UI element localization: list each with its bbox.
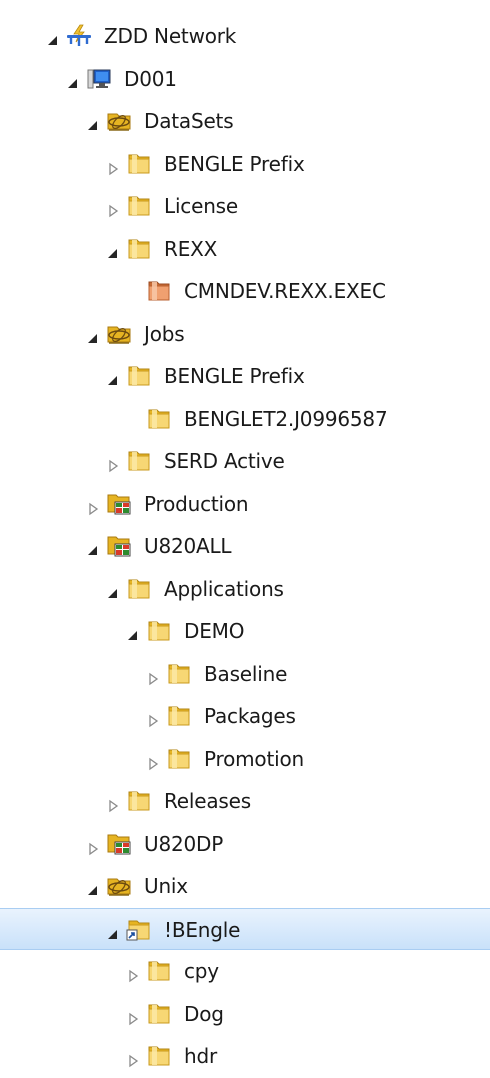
collapsed-arrow-icon[interactable] — [126, 964, 140, 983]
tree-node-label: Applications — [164, 576, 284, 601]
tree-node-u820all[interactable]: U820ALL — [0, 525, 490, 568]
folder-icon — [146, 619, 172, 643]
collapsed-arrow-icon[interactable] — [106, 157, 120, 175]
tree-node-production[interactable]: Production — [0, 483, 490, 526]
folder-icon — [146, 1044, 172, 1068]
folder-icon — [126, 194, 152, 218]
folder-icon — [126, 152, 152, 176]
folder-icon — [146, 407, 172, 431]
tree-node-label: Promotion — [204, 746, 304, 771]
tree-node-label: CMNDEV.REXX.EXEC — [184, 279, 386, 303]
tree-node-label: Dog — [184, 1001, 224, 1026]
folder-icon — [146, 959, 172, 983]
expanded-arrow-icon[interactable] — [106, 242, 120, 258]
tree-node-demo[interactable]: DEMO — [0, 610, 490, 653]
tree-node-bengle-prefix[interactable]: BENGLE Prefix — [0, 355, 490, 398]
tree-node-label: REXX — [164, 236, 218, 261]
tree-node-label: License — [164, 194, 239, 218]
tree-node-datasets[interactable]: DataSets — [0, 100, 490, 143]
tree-node-label: D001 — [124, 66, 177, 91]
tree-node-benglet2-j0996587[interactable]: BENGLET2.J0996587 — [0, 398, 490, 441]
tree-node-cmndev-rexx-exec[interactable]: CMNDEV.REXX.EXEC — [0, 270, 490, 313]
tree-node-label: Baseline — [204, 661, 288, 686]
tree-node-bengle[interactable]: !BEngle — [0, 907, 490, 950]
tree-node-rexx[interactable]: REXX — [0, 228, 490, 271]
network-icon — [66, 24, 92, 48]
tree-node-label: BENGLE Prefix — [164, 364, 305, 388]
tree-node-d001[interactable]: D001 — [0, 58, 490, 101]
dataset-group-icon — [106, 322, 132, 346]
expanded-arrow-icon[interactable] — [106, 369, 120, 385]
project-icon — [106, 832, 132, 856]
tree-node-label: SERD Active — [164, 449, 285, 473]
tree-node-serd-active[interactable]: SERD Active — [0, 440, 490, 483]
project-icon — [106, 534, 132, 558]
expanded-arrow-icon[interactable] — [66, 72, 80, 88]
dataset-group-icon — [106, 874, 132, 898]
tree-node-label: ZDD Network — [104, 24, 237, 48]
computer-icon — [86, 67, 112, 91]
tree-node-label: DataSets — [144, 109, 234, 133]
folder-shortcut-icon — [126, 918, 152, 942]
tree-node-license[interactable]: License — [0, 185, 490, 228]
collapsed-arrow-icon[interactable] — [146, 709, 160, 728]
folder-icon — [146, 1002, 172, 1026]
tree-node-label: U820DP — [144, 831, 224, 856]
tree-node-label: Unix — [144, 874, 188, 898]
tree-node-packages[interactable]: Packages — [0, 695, 490, 738]
collapsed-arrow-icon[interactable] — [106, 454, 120, 473]
tree-node-label: !BEngle — [164, 917, 241, 942]
tree-node-label: cpy — [184, 959, 219, 983]
expanded-arrow-icon[interactable] — [126, 624, 140, 640]
folder-icon — [166, 704, 192, 728]
expanded-arrow-icon[interactable] — [106, 923, 120, 939]
tree-node-label: U820ALL — [144, 534, 232, 558]
dataset-group-icon — [106, 109, 132, 133]
tree-node-releases[interactable]: Releases — [0, 780, 490, 823]
project-icon — [106, 492, 132, 516]
tree-view: ZDD Network D001 DataSets BENGLE Prefix … — [0, 15, 490, 1078]
tree-node-label: DEMO — [184, 619, 245, 643]
tree-node-cpy[interactable]: cpy — [0, 950, 490, 993]
folder-icon — [126, 237, 152, 261]
expanded-arrow-icon[interactable] — [86, 327, 100, 343]
tree-node-dog[interactable]: Dog — [0, 993, 490, 1036]
expanded-arrow-icon[interactable] — [46, 29, 60, 45]
folder-icon — [166, 662, 192, 686]
tree-node-zdd-network[interactable]: ZDD Network — [0, 15, 490, 58]
tree-node-promotion[interactable]: Promotion — [0, 738, 490, 781]
tree-node-baseline[interactable]: Baseline — [0, 653, 490, 696]
tree-node-label: BENGLE Prefix — [164, 151, 305, 176]
tree-node-label: Packages — [204, 704, 296, 728]
collapsed-arrow-icon[interactable] — [126, 1007, 140, 1025]
tree-node-applications[interactable]: Applications — [0, 568, 490, 611]
expanded-arrow-icon[interactable] — [86, 879, 100, 895]
tree-node-u820dp[interactable]: U820DP — [0, 823, 490, 866]
collapsed-arrow-icon[interactable] — [146, 667, 160, 685]
tree-node-label: Production — [144, 491, 249, 516]
collapsed-arrow-icon[interactable] — [106, 199, 120, 218]
folder-icon — [126, 577, 152, 601]
expanded-arrow-icon[interactable] — [86, 114, 100, 130]
folder-icon — [126, 364, 152, 388]
expanded-arrow-icon[interactable] — [86, 539, 100, 555]
folder-icon — [126, 789, 152, 813]
tree-node-unix[interactable]: Unix — [0, 865, 490, 908]
dataset-folder-icon — [146, 279, 172, 303]
tree-node-jobs[interactable]: Jobs — [0, 313, 490, 356]
collapsed-arrow-icon[interactable] — [86, 497, 100, 515]
expanded-arrow-icon[interactable] — [106, 582, 120, 598]
collapsed-arrow-icon[interactable] — [106, 794, 120, 813]
collapsed-arrow-icon[interactable] — [126, 1049, 140, 1068]
tree-node-hdr[interactable]: hdr — [0, 1035, 490, 1078]
tree-node-label: hdr — [184, 1044, 217, 1068]
tree-node-label: Releases — [164, 789, 251, 813]
folder-icon — [126, 449, 152, 473]
tree-node-label: Jobs — [144, 321, 185, 346]
tree-node-bengle-prefix[interactable]: BENGLE Prefix — [0, 143, 490, 186]
folder-icon — [166, 747, 192, 771]
collapsed-arrow-icon[interactable] — [146, 752, 160, 770]
tree-node-label: BENGLET2.J0996587 — [184, 406, 388, 431]
collapsed-arrow-icon[interactable] — [86, 837, 100, 855]
